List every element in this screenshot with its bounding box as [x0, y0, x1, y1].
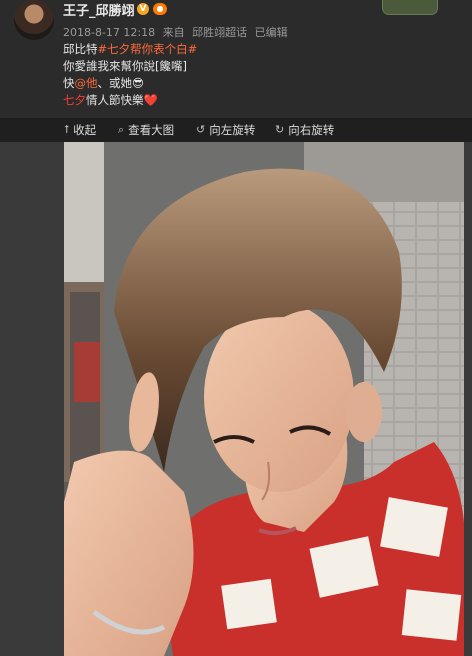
content-text-highlight: 七夕	[63, 93, 86, 107]
post-header: 王子_邱勝翊 V ● 2018-8-17 12:18 来自 邱胜翊超话 已编辑 …	[0, 0, 472, 118]
collapse-label: 收起	[73, 123, 97, 137]
profile-thumbnail[interactable]	[382, 0, 438, 15]
image-viewer	[0, 142, 472, 656]
content-text: 、或她😎	[97, 76, 145, 90]
content-line-2: 你愛誰我來幫你說[饞嘴]	[63, 59, 187, 73]
arrow-up-icon: ⭡	[64, 123, 70, 136]
edited-label: 已编辑	[254, 26, 288, 39]
content-text: 快	[63, 76, 75, 90]
rotate-right-label: 向右旋转	[288, 123, 335, 137]
post-meta: 2018-8-17 12:18 来自 邱胜翊超话 已编辑	[63, 24, 292, 40]
rotate-right-icon: ↻	[275, 123, 285, 136]
image-toolbar: ⭡ 收起 ⌕ 查看大图 ↺ 向左旋转 ↻ 向右旋转	[0, 118, 472, 142]
source-prefix: 来自	[162, 26, 185, 39]
mention-link[interactable]: @他	[75, 76, 98, 90]
rotate-left-icon: ↺	[196, 123, 206, 136]
photo-illustration	[64, 142, 464, 656]
topic-link[interactable]: #七夕帮你表个白#	[98, 42, 198, 56]
content-line-3: 快@他、或她😎	[63, 75, 197, 92]
post-photo[interactable]	[64, 142, 464, 656]
magnifier-icon: ⌕	[118, 123, 125, 136]
view-large-label: 查看大图	[128, 123, 175, 137]
content-text: 情人節快樂❤️	[86, 93, 158, 107]
username[interactable]: 王子_邱勝翊	[63, 0, 135, 19]
rotate-left-button[interactable]: ↺ 向左旋转	[196, 118, 255, 142]
content-line-4: 七夕情人節快樂❤️	[63, 92, 197, 109]
post-source[interactable]: 邱胜翊超话	[192, 26, 247, 39]
view-large-button[interactable]: ⌕ 查看大图	[118, 118, 174, 142]
rotate-right-button[interactable]: ↻ 向右旋转	[275, 118, 334, 142]
rotate-left-label: 向左旋转	[209, 123, 256, 137]
content-text: 邱比特	[63, 42, 98, 56]
member-badge-icon: ●	[153, 3, 167, 15]
post-date[interactable]: 2018-8-17 12:18	[63, 26, 155, 39]
post-content: 邱比特#七夕帮你表个白# 你愛誰我來幫你說[饞嘴] 快@他、或她😎 七夕情人節快…	[63, 41, 197, 109]
avatar[interactable]	[14, 0, 54, 40]
verified-badge-icon: V	[137, 3, 149, 15]
content-line-1: 邱比特#七夕帮你表个白#	[63, 41, 197, 58]
collapse-button[interactable]: ⭡ 收起	[64, 118, 96, 142]
